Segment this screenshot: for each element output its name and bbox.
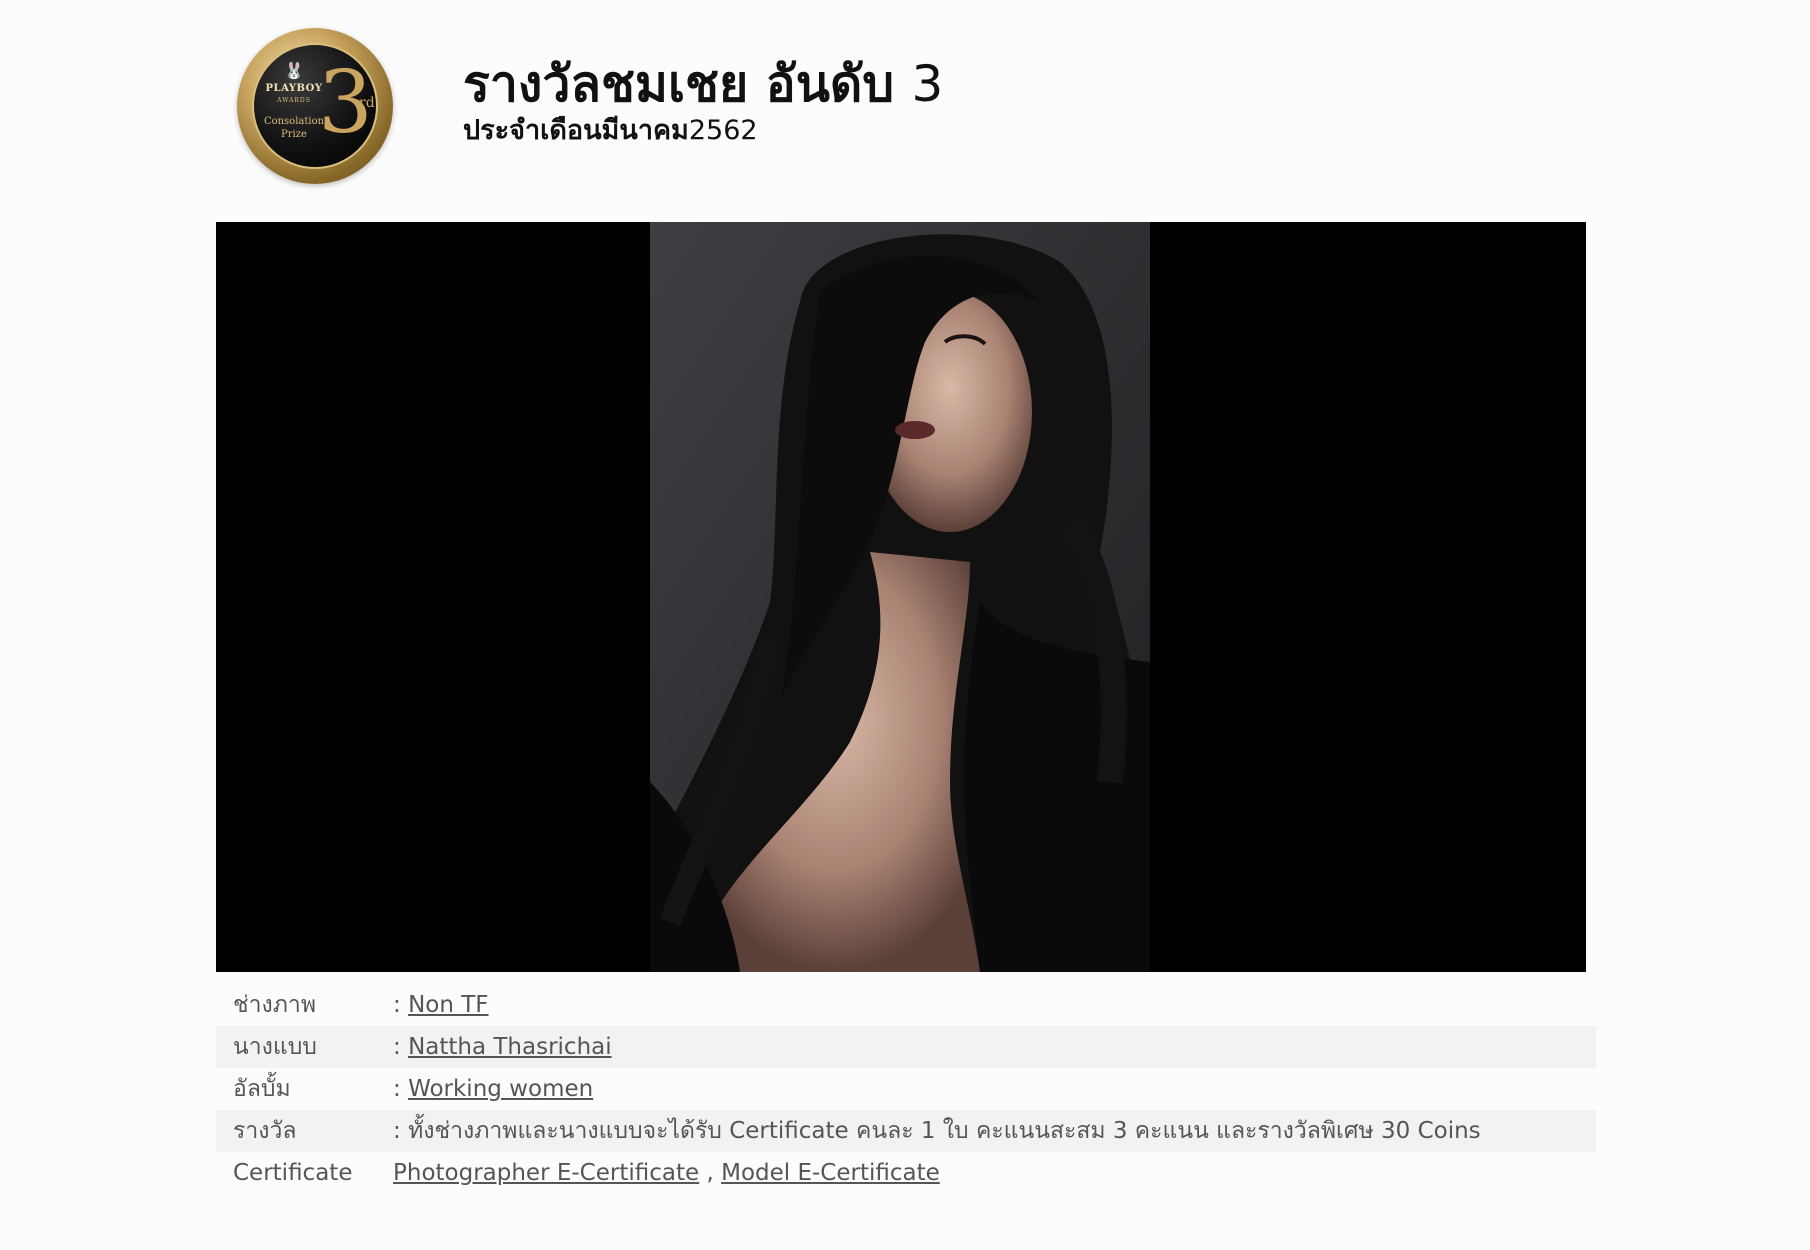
page-title: รางวัลชมเชย อันดับ 3	[463, 52, 943, 116]
bunny-icon: 🐰	[284, 61, 304, 80]
page-subtitle-text: ประจำเดือนมีนาคม	[463, 115, 689, 146]
prize-text: ทั้งช่างภาพและนางแบบจะได้รับ Certificate…	[408, 1118, 1481, 1144]
album-value: : Working women	[393, 1068, 593, 1110]
album-label: อัลบั้ม	[233, 1076, 291, 1102]
photographer-link[interactable]: Non TF	[408, 992, 488, 1018]
model-value: : Nattha Thasrichai	[393, 1026, 612, 1068]
badge-suffix: rd	[359, 95, 375, 111]
certificate-value: Photographer E-Certificate , Model E-Cer…	[393, 1152, 940, 1194]
separator: :	[393, 1034, 401, 1060]
info-row-prize: รางวัล : ทั้งช่างภาพและนางแบบจะได้รับ Ce…	[216, 1110, 1596, 1152]
photographer-label: ช่างภาพ	[233, 992, 316, 1018]
album-link[interactable]: Working women	[408, 1076, 593, 1102]
award-badge-face: 🐰 PLAYBOY AWARDS Consolation Prize 3 rd	[252, 43, 378, 169]
info-row-album: อัลบั้ม : Working women	[216, 1068, 1596, 1110]
separator: :	[393, 1076, 401, 1102]
certificate-label: Certificate	[233, 1160, 353, 1186]
prize-value: : ทั้งช่างภาพและนางแบบจะได้รับ Certifica…	[393, 1110, 1481, 1152]
model-link[interactable]: Nattha Thasrichai	[408, 1034, 612, 1060]
separator: :	[393, 1118, 401, 1144]
photographer-value: : Non TF	[393, 984, 489, 1026]
badge-sub: AWARDS	[277, 97, 311, 104]
portrait-illustration	[650, 222, 1150, 972]
page-subtitle-year: 2562	[688, 115, 758, 146]
separator: :	[393, 992, 401, 1018]
photo-info-table: ช่างภาพ : Non TF นางแบบ : Nattha Thasric…	[216, 984, 1596, 1194]
prize-label: รางวัล	[233, 1118, 297, 1144]
info-row-model: นางแบบ : Nattha Thasrichai	[216, 1026, 1596, 1068]
photo-viewer[interactable]	[216, 222, 1586, 972]
badge-brand: PLAYBOY	[265, 83, 323, 94]
info-row-photographer: ช่างภาพ : Non TF	[216, 984, 1596, 1026]
photographer-certificate-link[interactable]: Photographer E-Certificate	[393, 1160, 699, 1186]
page-title-number: 3	[911, 55, 944, 113]
page-subtitle: ประจำเดือนมีนาคม2562	[463, 112, 758, 150]
award-badge-logo: 🐰 PLAYBOY AWARDS Consolation Prize 3 rd	[237, 28, 393, 184]
certificate-separator: ,	[706, 1160, 714, 1186]
model-label: นางแบบ	[233, 1034, 317, 1060]
page-header: 🐰 PLAYBOY AWARDS Consolation Prize 3 rd …	[0, 0, 1810, 222]
page-title-text: รางวัลชมเชย อันดับ	[463, 55, 895, 113]
info-row-certificate: Certificate Photographer E-Certificate ,…	[216, 1152, 1596, 1194]
model-certificate-link[interactable]: Model E-Certificate	[721, 1160, 940, 1186]
portrait-photo	[650, 222, 1150, 972]
